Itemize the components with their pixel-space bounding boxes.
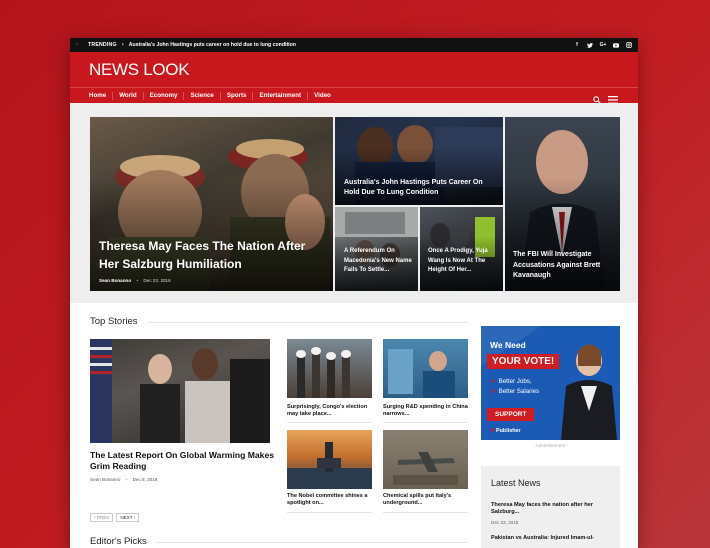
star-icon: ★ [490,378,496,385]
featured-story-graphic [90,339,270,443]
latest-news-widget: Latest News Theresa May faces the nation… [481,466,620,548]
trending-bar: ‹ TRENDING › Australia's John Hastings p… [70,38,638,52]
site-logo[interactable]: NEWS LOOK [89,60,190,80]
ad-line-2: YOUR VOTE! [487,354,560,369]
nav-item-science[interactable]: Science [183,91,219,100]
latest-news-item-2[interactable]: Pakistan vs Australia: Injured Imam-ul- [491,535,611,542]
cards-divider-1 [287,422,372,423]
cards-divider-2 [383,422,468,423]
nav-item-home[interactable]: Home [89,92,112,100]
nav-item-world[interactable]: World [112,91,142,100]
top-stories-heading: Top Stories [90,316,138,327]
latest-news-item-1[interactable]: Theresa May faces the nation after her S… [491,502,611,516]
youtube-icon[interactable] [613,42,619,48]
hero-main-date: Dec 23, 2018 [143,278,171,283]
facebook-icon[interactable]: f [574,42,580,48]
ad-line-1: We Need [490,340,526,350]
nav-item-entertainment[interactable]: Entertainment [252,91,307,100]
hero-main-author[interactable]: Sean Bonanno [99,278,131,283]
social-links: f G+ [574,42,632,48]
main-nav: Home World Economy Science Sports Entert… [70,87,638,104]
trending-headline[interactable]: Australia's John Hastings puts career on… [129,42,296,48]
featured-story-date: Dec 8, 2018 [132,477,158,482]
hero-top-middle-tile[interactable]: Australia's John Hastings Puts Career On… [335,117,503,205]
trending-label: TRENDING [88,42,117,48]
site-header: NEWS LOOK [70,52,638,87]
pagination: ‹ PREV NEXT › [90,513,140,522]
story-card-image-4[interactable] [383,430,468,489]
ad-support-button[interactable]: SUPPORT [487,408,535,421]
hero-grid: Theresa May Faces The Nation After Her S… [90,117,620,291]
story-card-graphic-4 [393,452,458,485]
story-card-title-2[interactable]: Surging R&D spending in China narrows... [383,404,471,418]
chevron-right-icon: › [121,42,124,48]
story-card-graphic-3 [287,442,372,489]
story-card-image-1[interactable] [287,339,372,398]
hero-small-left-title[interactable]: A Referendum On Macedonia's New Name Fai… [344,247,414,276]
nav-item-economy[interactable]: Economy [142,91,184,100]
ad-publisher: ✚ Publisher [490,428,521,434]
browser-page: ‹ TRENDING › Australia's John Hastings p… [70,38,638,548]
story-card-graphic-2 [388,349,455,398]
nav-item-video[interactable]: Video [307,91,337,100]
story-card-title-4[interactable]: Chemical spills put Italy's underground.… [383,493,471,507]
story-card-image-3[interactable] [287,430,372,489]
story-card-title-1[interactable]: Surprisingly, Congo's election may take … [287,404,375,418]
hero-small-right-title[interactable]: Once A Prodigy, Yuja Wang Is Now At The … [428,247,500,276]
editors-picks-heading: Editor's Picks [90,536,147,547]
latest-news-date-1: Dec 23, 2018 [491,520,519,525]
story-card-title-3[interactable]: The Nobel committee shines a spotlight o… [287,493,375,507]
ad-bullet-1: ★ Better Jobs, [490,378,532,385]
hero-right-tile[interactable]: The FBI Will Investigate Accusations Aga… [505,117,620,291]
ad-bullet-2: ★ Better Salaries [490,388,540,395]
instagram-icon[interactable] [626,42,632,48]
hero-right-title[interactable]: The FBI Will Investigate Accusations Aga… [513,250,617,282]
next-page-button[interactable]: NEXT › [116,513,140,522]
star-icon: ★ [490,388,496,395]
editors-picks-divider [155,542,468,543]
prev-page-button[interactable]: ‹ PREV [90,513,114,522]
trending-prev-arrow-icon[interactable]: ‹ [76,42,78,48]
nav-item-sports[interactable]: Sports [219,91,253,100]
featured-story-author[interactable]: Sean Bonanno [90,477,120,482]
featured-story-image[interactable] [90,339,270,443]
advertisement-caption: - Advertisement - [533,443,568,448]
featured-story-meta: Sean Bonanno • Dec 8, 2018 [90,477,158,482]
story-card-image-2[interactable] [383,339,468,398]
publisher-logo-icon: ✚ [490,428,495,434]
story-card-graphic-1 [296,347,351,398]
google-plus-icon[interactable]: G+ [600,42,607,48]
cards-divider-3 [287,512,372,513]
twitter-icon[interactable] [587,42,593,48]
hero-main-meta: Sean Bonanno • Dec 23, 2018 [99,278,171,283]
hero-small-left-tile[interactable]: A Referendum On Macedonia's New Name Fai… [335,207,418,291]
hero-main-tile[interactable]: Theresa May Faces The Nation After Her S… [90,117,333,291]
hero-main-title[interactable]: Theresa May Faces The Nation After Her S… [99,238,319,273]
vote-advertisement[interactable]: We Need YOUR VOTE! ★ Better Jobs, ★ Better… [481,326,620,440]
top-stories-divider [148,322,468,323]
hero-small-right-tile[interactable]: Once A Prodigy, Yuja Wang Is Now At The … [420,207,503,291]
hero-top-middle-title[interactable]: Australia's John Hastings Puts Career On… [344,178,499,198]
cards-divider-4 [383,512,468,513]
latest-news-heading: Latest News [491,478,541,488]
featured-story-title[interactable]: The Latest Report On Global Warming Make… [90,450,275,472]
